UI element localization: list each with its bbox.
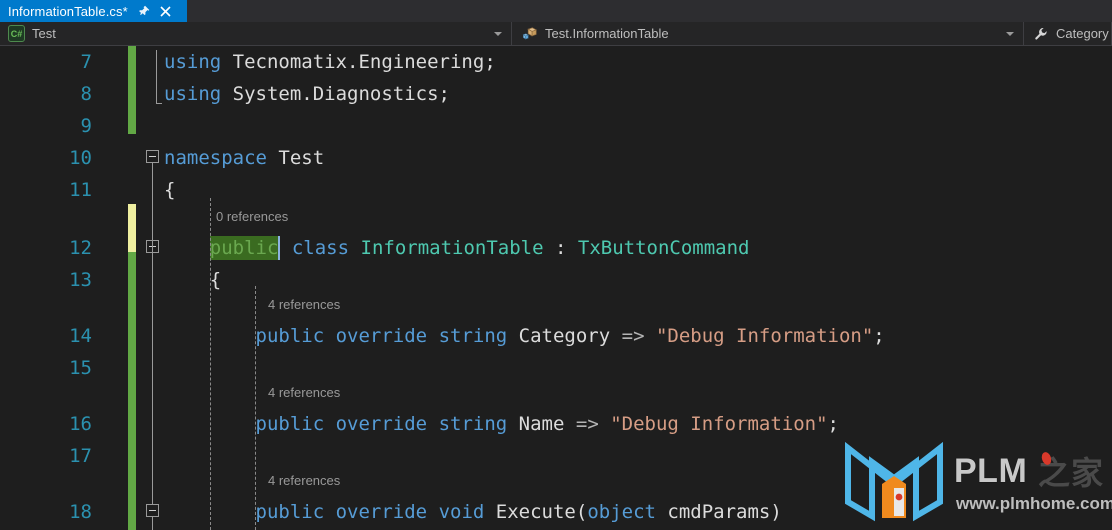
- code-line[interactable]: public override void Execute(object cmdP…: [164, 496, 782, 528]
- code-line[interactable]: public class InformationTable : TxButton…: [164, 232, 749, 264]
- property-wrench-icon: [1034, 27, 1049, 41]
- selected-token: public: [209, 236, 281, 260]
- code-token: (: [575, 501, 588, 523]
- project-type-dropdown[interactable]: C# Test: [0, 22, 512, 45]
- code-token: ;: [827, 413, 839, 435]
- member-dropdown[interactable]: Category: [1024, 22, 1112, 45]
- code-token: using: [164, 51, 222, 73]
- code-line[interactable]: using Tecnomatix.Engineering;: [164, 46, 496, 78]
- code-line[interactable]: public override string Category => "Debu…: [164, 320, 885, 352]
- class-icon: [522, 26, 538, 41]
- code-token: override: [335, 413, 428, 435]
- code-token: class: [291, 237, 350, 259]
- chevron-down-icon[interactable]: [1006, 31, 1014, 36]
- code-token: :: [543, 237, 578, 259]
- editor-tab-strip: InformationTable.cs*: [0, 0, 1112, 22]
- using-block-bracket: [156, 50, 162, 104]
- code-token: cmdParams): [655, 501, 782, 523]
- indent-guide: [255, 286, 256, 530]
- code-token: Tecnomatix.Engineering;: [232, 51, 496, 73]
- code-token: object: [587, 501, 656, 523]
- code-token: public: [255, 501, 325, 523]
- project-type-label: Test: [32, 26, 56, 41]
- codelens-references[interactable]: 4 references: [268, 470, 340, 492]
- member-name-label: Category: [1056, 26, 1109, 41]
- visual-studio-editor-window: InformationTable.cs* C# Test Test.Inform…: [0, 0, 1112, 530]
- code-token: namespace: [164, 147, 267, 169]
- code-line[interactable]: {: [164, 174, 175, 206]
- codelens-references[interactable]: 4 references: [268, 294, 340, 316]
- code-line[interactable]: {: [164, 264, 221, 296]
- code-line[interactable]: using System.Diagnostics;: [164, 78, 450, 110]
- code-token: ;: [873, 325, 885, 347]
- code-line[interactable]: public override string Name => "Debug In…: [164, 408, 839, 440]
- codelens-references[interactable]: 4 references: [268, 382, 340, 404]
- type-name-label: Test.InformationTable: [545, 26, 669, 41]
- tab-information-table-cs[interactable]: InformationTable.cs*: [0, 0, 187, 22]
- code-token: "Debug Information": [655, 325, 874, 347]
- code-token: {: [164, 179, 176, 201]
- code-token: using: [164, 83, 222, 105]
- code-token: string: [438, 325, 508, 347]
- code-token: void: [438, 501, 485, 523]
- code-token: public: [255, 325, 325, 347]
- code-token: "Debug Information": [610, 413, 828, 435]
- code-token: Execute: [495, 501, 576, 523]
- code-token: {: [164, 269, 222, 291]
- code-token: System.Diagnostics;: [232, 83, 450, 105]
- tab-title: InformationTable.cs*: [8, 3, 128, 19]
- code-token: override: [335, 325, 428, 347]
- code-token: =>: [564, 413, 611, 435]
- navigation-bar: C# Test Test.InformationTable Category: [0, 22, 1112, 46]
- code-token: string: [438, 413, 508, 435]
- indent-guide: [210, 198, 211, 530]
- code-token: Category: [518, 325, 611, 347]
- code-token: Name: [518, 413, 565, 435]
- csharp-project-icon: C#: [8, 25, 25, 42]
- codelens-references[interactable]: 0 references: [216, 206, 288, 228]
- code-text-layer[interactable]: using Tecnomatix.Engineering; using Syste…: [0, 46, 1112, 530]
- code-token: override: [335, 501, 428, 523]
- code-token: Test: [278, 147, 325, 169]
- code-token: TxButtonCommand: [577, 237, 750, 259]
- code-editor-surface[interactable]: 78910111213141516171819 using Tecnomatix…: [0, 46, 1112, 530]
- close-icon[interactable]: [159, 3, 173, 19]
- code-token: InformationTable: [360, 237, 544, 259]
- code-token: =>: [610, 325, 656, 347]
- code-line[interactable]: namespace Test: [164, 142, 324, 174]
- chevron-down-icon[interactable]: [494, 31, 502, 36]
- pin-icon[interactable]: [137, 3, 151, 19]
- type-member-dropdown[interactable]: Test.InformationTable: [512, 22, 1024, 45]
- code-token: public: [255, 413, 325, 435]
